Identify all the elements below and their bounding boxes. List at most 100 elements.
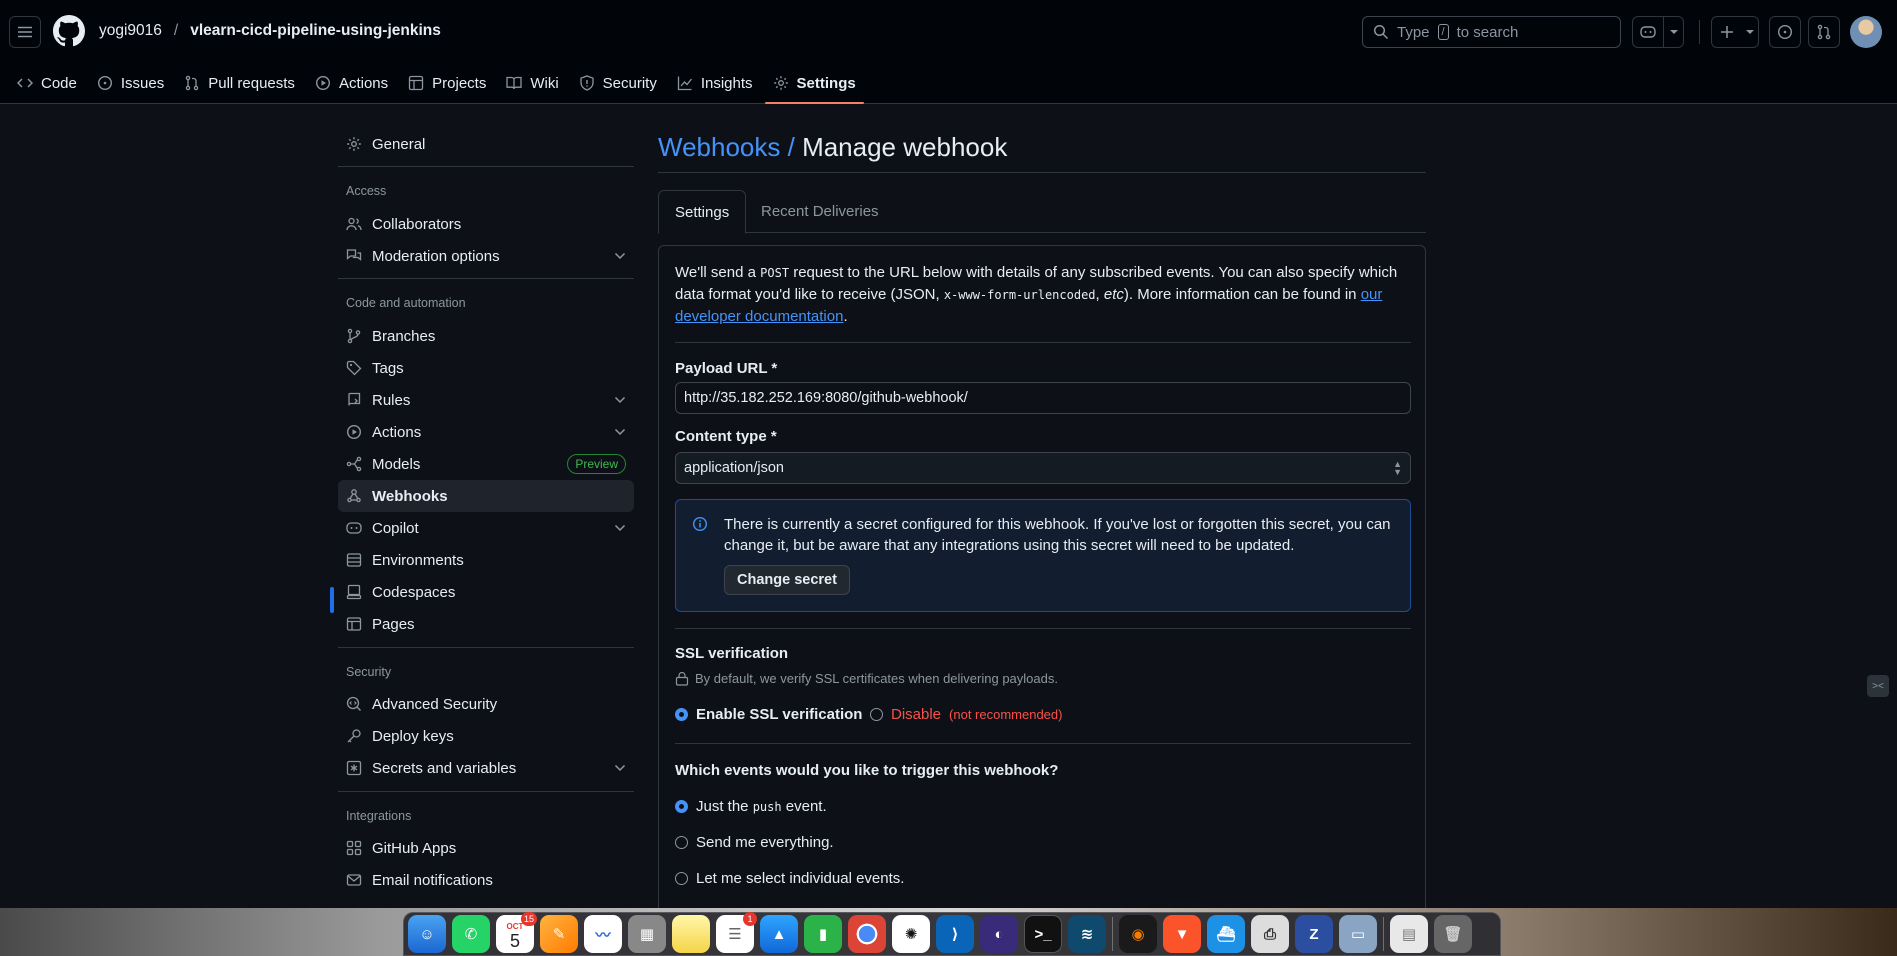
sidebar-item-environments[interactable]: Environments: [338, 544, 634, 576]
sidebar-item-tags[interactable]: Tags: [338, 352, 634, 384]
floating-extension-icon[interactable]: ><: [1867, 675, 1889, 697]
sidebar-item-label: GitHub Apps: [372, 839, 457, 857]
calendar-day: 5: [509, 931, 520, 951]
preview-icon[interactable]: ▭: [1339, 915, 1377, 953]
change-secret-button[interactable]: Change secret: [724, 565, 850, 595]
calendar-icon[interactable]: OCT 5 15: [496, 912, 537, 953]
webhooks-breadcrumb-link[interactable]: Webhooks /: [658, 132, 795, 162]
github-logo-icon[interactable]: [53, 15, 85, 47]
tab-insights[interactable]: Insights: [667, 62, 763, 104]
sidebar-item-webhooks[interactable]: Webhooks: [338, 480, 634, 512]
tab-wiki[interactable]: Wiki: [496, 62, 568, 104]
docker-icon[interactable]: ⛴: [1207, 915, 1245, 953]
search-input[interactable]: Type / to search: [1362, 16, 1621, 48]
hamburger-icon: [18, 26, 32, 38]
ssl-enable-radio[interactable]: Enable SSL verification: [675, 706, 862, 723]
issues-button[interactable]: [1769, 16, 1801, 48]
sidebar-item-email-notifications[interactable]: Email notifications: [338, 864, 634, 896]
terminal-icon[interactable]: >_: [1024, 915, 1062, 953]
webhook-icon: [347, 489, 361, 503]
tab-code[interactable]: Code: [7, 62, 87, 104]
tab-issues[interactable]: Issues: [87, 62, 174, 104]
repo-name-link[interactable]: vlearn-cicd-pipeline-using-jenkins: [190, 22, 441, 40]
xampp-icon[interactable]: Z: [1295, 915, 1333, 953]
trash-icon[interactable]: 🗑: [1434, 915, 1472, 953]
breadcrumb-separator: /: [173, 22, 179, 39]
sidebar-item-general[interactable]: General: [338, 128, 634, 160]
notes-icon[interactable]: [672, 915, 710, 953]
chatgpt-icon[interactable]: ✺: [892, 915, 930, 953]
numbers-icon[interactable]: ▮: [804, 915, 842, 953]
intro-text: We'll send a POST request to the URL bel…: [675, 262, 1411, 327]
sidebar-divider: [338, 278, 634, 279]
sidebar-item-secrets[interactable]: Secrets and variables: [338, 752, 634, 784]
tab-recent-deliveries[interactable]: Recent Deliveries: [745, 190, 895, 233]
select-arrows-icon: ▲ ▼: [1393, 459, 1402, 477]
tab-settings[interactable]: Settings: [763, 62, 866, 104]
sidebar-item-moderation[interactable]: Moderation options: [338, 240, 634, 272]
sidebar-item-pages[interactable]: Pages: [338, 608, 634, 640]
launchpad-icon[interactable]: ▦: [628, 915, 666, 953]
brave-icon[interactable]: ▼: [1163, 915, 1201, 953]
create-new-button[interactable]: [1711, 16, 1759, 48]
event-individual-radio[interactable]: Let me select individual events.: [675, 870, 904, 887]
finder-icon[interactable]: ☺: [408, 915, 446, 953]
sidebar-item-label: Secrets and variables: [372, 759, 517, 777]
table-icon: [408, 75, 424, 91]
menu-button[interactable]: [9, 16, 41, 48]
printer-icon[interactable]: ⎙: [1251, 915, 1289, 953]
search-placeholder-prefix: Type: [1397, 23, 1430, 41]
sidebar-item-label: Models: [372, 455, 421, 473]
event-push-radio[interactable]: Just the push event.: [675, 798, 827, 815]
payload-url-input[interactable]: http://35.182.252.169:8080/github-webhoo…: [675, 382, 1411, 414]
openvpn-icon[interactable]: ◉: [1119, 915, 1157, 953]
chevron-down-icon[interactable]: [1663, 17, 1683, 47]
avatar[interactable]: [1850, 16, 1882, 48]
ssl-disable-radio[interactable]: Disable (not recommended): [870, 706, 1062, 723]
pull-requests-button[interactable]: [1808, 16, 1840, 48]
sidebar-item-advanced-security[interactable]: Advanced Security: [338, 688, 634, 720]
breadcrumb: yogi9016 / vlearn-cicd-pipeline-using-je…: [99, 22, 441, 40]
sidebar-item-branches[interactable]: Branches: [338, 320, 634, 352]
reminders-icon[interactable]: ☰ 1: [716, 912, 757, 953]
app-circle-icon[interactable]: ◐: [980, 915, 1018, 953]
downloads-folder-icon[interactable]: ▤: [1390, 915, 1428, 953]
sidebar-divider: [338, 791, 634, 792]
tab-pull-requests[interactable]: Pull requests: [174, 62, 305, 104]
event-everything-label: Send me everything.: [696, 834, 834, 851]
content-type-select[interactable]: application/json ▲ ▼: [675, 452, 1411, 484]
sidebar-item-codespaces[interactable]: Codespaces: [338, 576, 634, 608]
tab-label: Security: [602, 74, 657, 92]
copilot-button[interactable]: [1632, 16, 1684, 48]
freeform-icon[interactable]: 〰: [584, 915, 622, 953]
sidebar-item-github-apps[interactable]: GitHub Apps: [338, 832, 634, 864]
sidebar-item-copilot[interactable]: Copilot: [338, 512, 634, 544]
sidebar-item-label: Advanced Security: [372, 695, 498, 713]
sidebar-heading-integrations: Integrations: [346, 809, 412, 823]
pages-icon[interactable]: ✎: [540, 915, 578, 953]
copilot-icon: [346, 522, 362, 534]
repo-owner-link[interactable]: yogi9016: [99, 22, 162, 40]
sidebar-item-collaborators[interactable]: Collaborators: [338, 208, 634, 240]
content-type-value: application/json: [684, 460, 784, 476]
dock-separator: [1112, 917, 1113, 951]
whatsapp-icon[interactable]: ✆: [452, 915, 490, 953]
tab-webhook-settings[interactable]: Settings: [658, 190, 747, 234]
sidebar-item-actions[interactable]: Actions: [338, 416, 634, 448]
keynote-icon[interactable]: ▲: [760, 915, 798, 953]
chrome-icon[interactable]: [848, 915, 886, 953]
tab-label: Issues: [120, 74, 165, 92]
ssl-enable-label: Enable SSL verification: [696, 706, 863, 723]
content-type-label: Content type *: [675, 428, 777, 445]
macos-dock: ☺ ✆ OCT 5 15 ✎ 〰 ▦ ☰ 1 ▲ ▮ ✺ ⟩ ◐ >_ ≋ ◉ ▼…: [403, 912, 1501, 956]
sidebar-item-rules[interactable]: Rules: [338, 384, 634, 416]
sidebar-item-models[interactable]: Models Preview: [338, 448, 634, 480]
event-everything-radio[interactable]: Send me everything.: [675, 834, 834, 851]
sidebar-item-deploy-keys[interactable]: Deploy keys: [338, 720, 634, 752]
mysql-workbench-icon[interactable]: ≋: [1068, 915, 1106, 953]
vscode-icon[interactable]: ⟩: [936, 915, 974, 953]
tab-security[interactable]: Security: [569, 62, 667, 104]
tab-projects[interactable]: Projects: [398, 62, 496, 104]
tab-actions[interactable]: Actions: [305, 62, 398, 104]
apps-icon: [346, 840, 362, 856]
